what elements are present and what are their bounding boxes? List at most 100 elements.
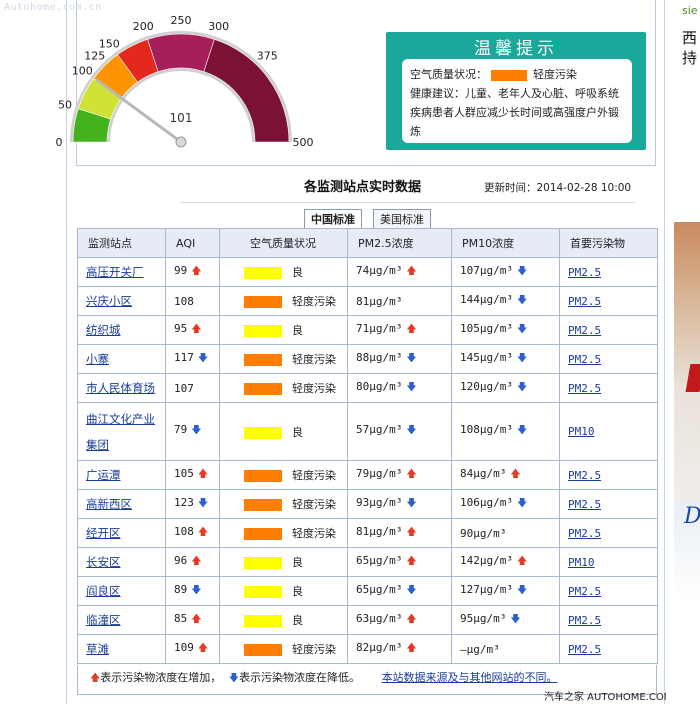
station-link[interactable]: 纺织城 <box>86 323 121 337</box>
primary-pollutant-link[interactable]: PM2.5 <box>568 382 601 395</box>
quality-text: 良 <box>292 324 303 337</box>
cell-pm10: 142μg/m³ 🡅 <box>451 547 560 577</box>
sidebar-ad-banner[interactable] <box>674 222 700 500</box>
primary-pollutant-link[interactable]: PM2.5 <box>568 295 601 308</box>
cell-pm25: 57μg/m³ 🡇 <box>347 402 452 461</box>
pm10-down-arrow-icon: 🡇 <box>516 352 528 364</box>
pm25-value: 79μg/m³ <box>356 466 403 480</box>
cell-station: 经开区 <box>77 518 166 548</box>
cell-quality: 轻度污染 <box>219 634 348 664</box>
cell-aqi: 99 🡅 <box>165 257 220 287</box>
table-row: 阎良区 89 🡇 良 65μg/m³ 🡇 127μg/m³ 🡇 PM2.5 <box>77 576 658 606</box>
header-pm25: PM2.5浓度 <box>347 228 452 258</box>
pm25-value: 63μg/m³ <box>356 611 403 625</box>
pm25-down-arrow-icon: 🡇 <box>406 584 417 596</box>
primary-pollutant-link[interactable]: PM2.5 <box>568 469 601 482</box>
aqi-up-arrow-icon: 🡅 <box>191 265 202 277</box>
cell-primary: PM2.5 <box>559 373 658 403</box>
pm10-value: 106μg/m³ <box>460 495 513 509</box>
gauge-tick-label: 50 <box>58 98 72 111</box>
cell-quality: 轻度污染 <box>219 344 348 374</box>
quality-swatch <box>244 426 282 439</box>
aqi-value: 105 <box>174 466 194 480</box>
cell-aqi: 79 🡇 <box>165 402 220 461</box>
cell-pm10: 108μg/m³ 🡇 <box>451 402 560 461</box>
primary-pollutant-link[interactable]: PM2.5 <box>568 585 601 598</box>
primary-pollutant-link[interactable]: PM2.5 <box>568 324 601 337</box>
cell-pm10: 127μg/m³ 🡇 <box>451 576 560 606</box>
station-link[interactable]: 广运潭 <box>86 468 121 482</box>
pm10-value: 84μg/m³ <box>460 466 507 480</box>
quality-swatch <box>244 267 282 279</box>
cell-station: 高新西区 <box>77 489 166 519</box>
primary-pollutant-link[interactable]: PM10 <box>568 425 595 438</box>
pm25-value: 80μg/m³ <box>356 379 403 393</box>
pm25-up-arrow-icon: 🡅 <box>406 323 417 335</box>
station-link[interactable]: 草滩 <box>86 642 109 656</box>
gauge-tick-label: 200 <box>133 20 154 33</box>
sidebar-text-3[interactable]: 持 <box>682 47 697 68</box>
station-link[interactable]: 曲江文化产业集团 <box>86 412 155 452</box>
cell-station: 纺织城 <box>77 315 166 345</box>
cell-aqi: 96 🡅 <box>165 547 220 577</box>
cell-pm25: 80μg/m³ 🡇 <box>347 373 452 403</box>
quality-text: 良 <box>292 585 303 598</box>
table-row: 纺织城 95 🡅 良 71μg/m³ 🡅 105μg/m³ 🡇 PM2.5 <box>77 315 658 345</box>
station-link[interactable]: 高新西区 <box>86 497 132 511</box>
gauge-tick-label: 150 <box>99 37 120 50</box>
pm25-up-arrow-icon: 🡅 <box>406 526 417 538</box>
station-link[interactable]: 长安区 <box>86 555 121 569</box>
primary-pollutant-link[interactable]: PM2.5 <box>568 266 601 279</box>
quality-text: 良 <box>292 266 303 279</box>
legend-down-text: 表示污染物浓度在降低。 <box>239 671 361 684</box>
primary-pollutant-link[interactable]: PM2.5 <box>568 353 601 366</box>
primary-pollutant-link[interactable]: PM2.5 <box>568 498 601 511</box>
primary-pollutant-link[interactable]: PM2.5 <box>568 527 601 540</box>
quality-text: 轻度污染 <box>292 469 336 482</box>
legend-up-text: 表示污染物浓度在增加， <box>100 671 222 684</box>
station-link[interactable]: 兴庆小区 <box>86 294 132 308</box>
station-link[interactable]: 临潼区 <box>86 613 121 627</box>
tab-us-standard[interactable]: 美国标准 <box>373 209 431 228</box>
station-link[interactable]: 高压开关厂 <box>86 265 144 279</box>
station-link[interactable]: 阎良区 <box>86 584 121 598</box>
cell-pm25: 63μg/m³ 🡅 <box>347 605 452 635</box>
sidebar-text-2[interactable]: 西 <box>682 27 697 48</box>
cell-primary: PM2.5 <box>559 257 658 287</box>
gauge-tick-label: 0 <box>56 136 63 149</box>
quality-text: 良 <box>292 556 303 569</box>
table-row: 广运潭 105 🡅 轻度污染 79μg/m³ 🡅 84μg/m³ 🡅 PM2.5 <box>77 460 658 490</box>
aqi-value: 95 <box>174 321 188 335</box>
pm25-down-arrow-icon: 🡇 <box>406 497 417 509</box>
cell-primary: PM2.5 <box>559 605 658 635</box>
primary-pollutant-link[interactable]: PM2.5 <box>568 643 601 656</box>
pm10-value: 127μg/m³ <box>460 582 513 596</box>
station-link[interactable]: 市人民体育场 <box>86 381 155 395</box>
sidebar-ad-banner-2[interactable]: D <box>674 500 700 600</box>
pm10-value: 145μg/m³ <box>460 350 513 364</box>
station-link[interactable]: 小寨 <box>86 352 109 366</box>
header-primary: 首要污染物 <box>559 228 658 258</box>
primary-pollutant-link[interactable]: PM10 <box>568 556 595 569</box>
cell-primary: PM2.5 <box>559 518 658 548</box>
pm10-value: 144μg/m³ <box>460 292 513 306</box>
gauge-tick-label: 300 <box>208 20 229 33</box>
table-row: 兴庆小区 108 轻度污染 81μg/m³ 144μg/m³ 🡇 PM2.5 <box>77 286 658 316</box>
tip-content: 空气质量状况： 轻度污染 健康建议：儿童、老年人及心脏、呼吸系统疾病患者人群应减少… <box>402 59 632 143</box>
cell-station: 曲江文化产业集团 <box>77 402 166 461</box>
primary-pollutant-link[interactable]: PM2.5 <box>568 614 601 627</box>
table-header-row: 监测站点 AQI 空气质量状况 PM2.5浓度 PM10浓度 首要污染物 <box>77 228 658 258</box>
station-link[interactable]: 经开区 <box>86 526 121 540</box>
pm25-value: 71μg/m³ <box>356 321 403 335</box>
quality-text: 良 <box>292 614 303 627</box>
aqi-down-arrow-icon: 🡇 <box>197 352 209 364</box>
pm25-down-arrow-icon: 🡇 <box>406 352 417 364</box>
data-source-link[interactable]: 本站数据来源及与其他网站的不同。 <box>382 671 558 684</box>
quality-swatch <box>244 383 282 395</box>
aqi-down-arrow-icon: 🡇 <box>191 425 202 436</box>
pm10-down-arrow-icon: 🡇 <box>516 294 528 306</box>
quality-swatch <box>244 615 282 627</box>
tab-china-standard[interactable]: 中国标准 <box>304 209 362 228</box>
right-sidebar: sie 西 持 D <box>666 0 700 704</box>
pm10-down-arrow-icon: 🡇 <box>516 381 528 393</box>
